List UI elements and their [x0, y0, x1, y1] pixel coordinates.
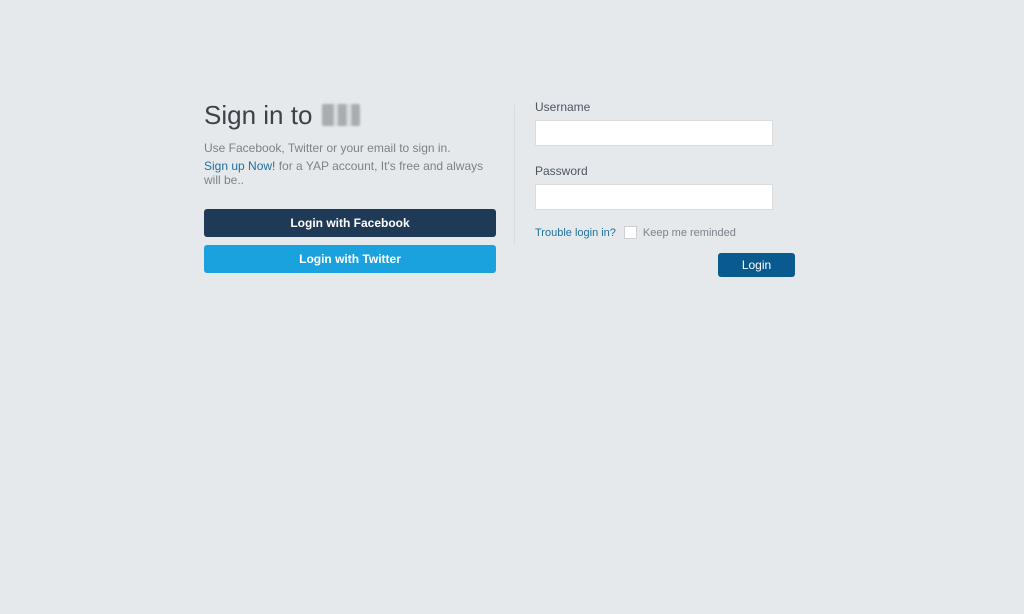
- subtext: Use Facebook, Twitter or your email to s…: [204, 139, 496, 157]
- password-label: Password: [535, 164, 795, 178]
- panel-divider: [514, 105, 515, 245]
- signup-line: Sign up Now! for a YAP account, It's fre…: [204, 159, 496, 187]
- keep-reminded-checkbox[interactable]: [624, 226, 637, 239]
- heading-prefix: Sign in to: [204, 100, 320, 130]
- password-field-wrap: Password: [535, 164, 795, 210]
- login-facebook-button[interactable]: Login with Facebook: [204, 209, 496, 237]
- password-input[interactable]: [535, 184, 773, 210]
- trouble-login-link[interactable]: Trouble login in?: [535, 227, 616, 239]
- username-input[interactable]: [535, 120, 773, 146]
- signup-link[interactable]: Sign up Now!: [204, 159, 275, 173]
- login-container: Sign in to Use Facebook, Twitter or your…: [0, 0, 1024, 281]
- keep-reminded-label[interactable]: Keep me reminded: [643, 227, 736, 239]
- bottom-row: Trouble login in? Keep me reminded: [535, 226, 795, 239]
- login-twitter-button[interactable]: Login with Twitter: [204, 245, 496, 273]
- right-panel: Username Password Trouble login in? Keep…: [535, 100, 795, 281]
- page-title: Sign in to: [204, 100, 496, 131]
- brand-logo-blur: [322, 104, 360, 126]
- login-button-row: Login: [535, 253, 795, 277]
- username-field-wrap: Username: [535, 100, 795, 146]
- left-panel: Sign in to Use Facebook, Twitter or your…: [204, 100, 514, 281]
- username-label: Username: [535, 100, 795, 114]
- login-button[interactable]: Login: [718, 253, 795, 277]
